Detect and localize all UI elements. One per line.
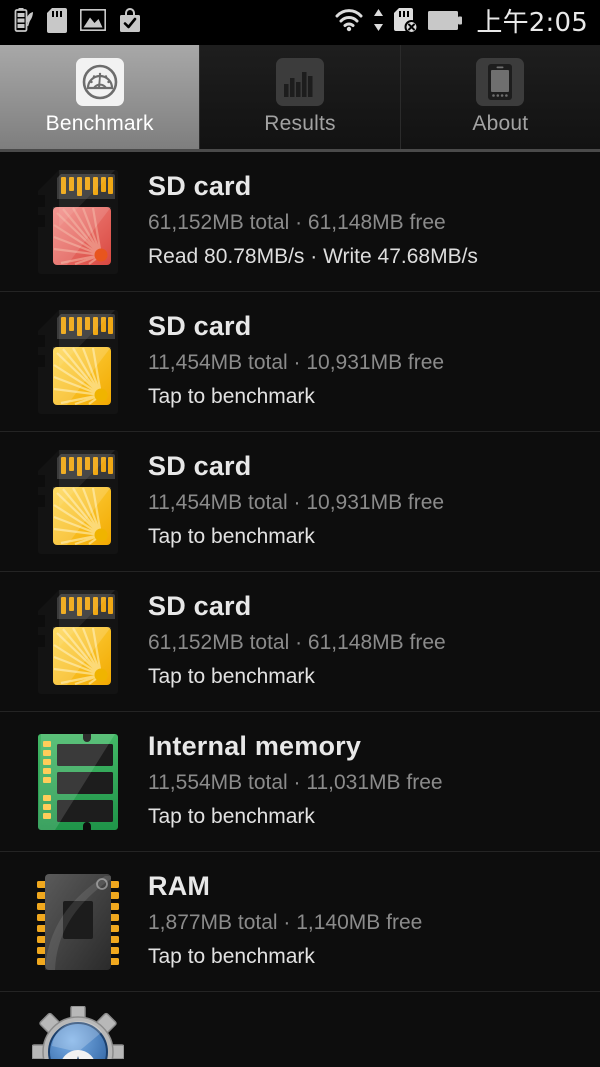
ram-chip-icon bbox=[30, 862, 126, 982]
tab-about[interactable]: About bbox=[400, 45, 600, 149]
device-action: Tap to benchmark bbox=[148, 805, 315, 829]
device-action: Tap to benchmark bbox=[148, 385, 315, 409]
phone-icon bbox=[476, 58, 525, 106]
device-capacity: 11,454MB total · 10,931MB free bbox=[148, 350, 445, 374]
list-item[interactable]: Internal memory 11,554MB total · 11,031M… bbox=[0, 712, 600, 852]
list-item[interactable]: SD card 61,152MB total · 61,148MB free T… bbox=[0, 572, 600, 712]
tab-results[interactable]: Results bbox=[200, 45, 401, 149]
battery-saver-icon bbox=[14, 7, 34, 38]
device-capacity: 11,554MB total · 11,031MB free bbox=[148, 770, 443, 794]
sd-card-yellow-icon bbox=[30, 302, 126, 422]
list-item[interactable]: SD card 61,152MB total · 61,148MB free R… bbox=[0, 152, 600, 292]
device-title: RAM bbox=[148, 871, 211, 902]
list-item-text: SD card 61,152MB total · 61,148MB free R… bbox=[126, 170, 478, 273]
list-item[interactable]: RAM 1,877MB total · 1,140MB free Tap to … bbox=[0, 852, 600, 992]
bar-chart-icon bbox=[275, 58, 324, 106]
data-transfer-icon bbox=[373, 8, 384, 37]
device-title: SD card bbox=[148, 171, 252, 202]
list-item-text: SD card 11,454MB total · 10,931MB free T… bbox=[126, 310, 444, 413]
status-bar: 上午2:05 bbox=[0, 0, 600, 45]
sd-card-yellow-icon bbox=[30, 582, 126, 702]
device-title: Internal memory bbox=[148, 731, 362, 762]
device-capacity: 11,454MB total · 10,931MB free bbox=[148, 490, 445, 514]
device-speeds: Read 80.78MB/s · Write 47.68MB/s bbox=[148, 245, 478, 269]
storage-device-list[interactable]: SD card 61,152MB total · 61,148MB free R… bbox=[0, 152, 600, 1067]
device-capacity: 61,152MB total · 61,148MB free bbox=[148, 210, 446, 234]
status-bar-left-icons bbox=[14, 7, 141, 38]
list-item-text: RAM 1,877MB total · 1,140MB free Tap to … bbox=[126, 870, 422, 973]
device-capacity: 1,877MB total · 1,140MB free bbox=[148, 910, 423, 934]
benchmark-app-screen: 上午2:05 Benchmark Results About SD card 6… bbox=[0, 0, 600, 1067]
device-title: SD card bbox=[148, 311, 252, 342]
list-item[interactable]: SD card 11,454MB total · 10,931MB free T… bbox=[0, 432, 600, 572]
battery-icon bbox=[428, 10, 463, 35]
sd-card-icon bbox=[47, 7, 67, 38]
sd-card-red-icon bbox=[30, 162, 126, 282]
list-item[interactable]: SD card 11,454MB total · 10,931MB free T… bbox=[0, 292, 600, 432]
device-action: Tap to benchmark bbox=[148, 945, 315, 969]
status-bar-right-icons: 上午2:05 bbox=[335, 7, 588, 38]
tab-bar: Benchmark Results About bbox=[0, 45, 600, 152]
list-item-text: SD card 11,454MB total · 10,931MB free T… bbox=[126, 450, 444, 553]
list-item-text: Internal memory 11,554MB total · 11,031M… bbox=[126, 730, 443, 833]
tab-benchmark[interactable]: Benchmark bbox=[0, 45, 201, 149]
list-item-partial[interactable] bbox=[0, 992, 600, 1059]
status-bar-clock: 上午2:05 bbox=[476, 7, 588, 38]
speedometer-icon bbox=[75, 58, 124, 106]
device-action: Tap to benchmark bbox=[148, 525, 315, 549]
tab-about-label: About bbox=[472, 112, 529, 135]
list-item-text: SD card 61,152MB total · 61,148MB free T… bbox=[126, 590, 446, 693]
sd-card-removed-icon bbox=[394, 7, 419, 38]
device-capacity: 61,152MB total · 61,148MB free bbox=[148, 630, 446, 654]
memory-module-green-icon bbox=[30, 722, 126, 842]
device-title: SD card bbox=[148, 591, 252, 622]
wifi-icon bbox=[335, 8, 363, 37]
photo-icon bbox=[79, 8, 107, 36]
tab-benchmark-label: Benchmark bbox=[45, 112, 154, 135]
shopping-bag-check-icon bbox=[119, 7, 141, 38]
tab-results-label: Results bbox=[264, 112, 336, 135]
device-action: Tap to benchmark bbox=[148, 665, 315, 689]
cpu-gear-icon bbox=[30, 992, 126, 1059]
device-title: SD card bbox=[148, 451, 252, 482]
sd-card-yellow-icon bbox=[30, 442, 126, 562]
